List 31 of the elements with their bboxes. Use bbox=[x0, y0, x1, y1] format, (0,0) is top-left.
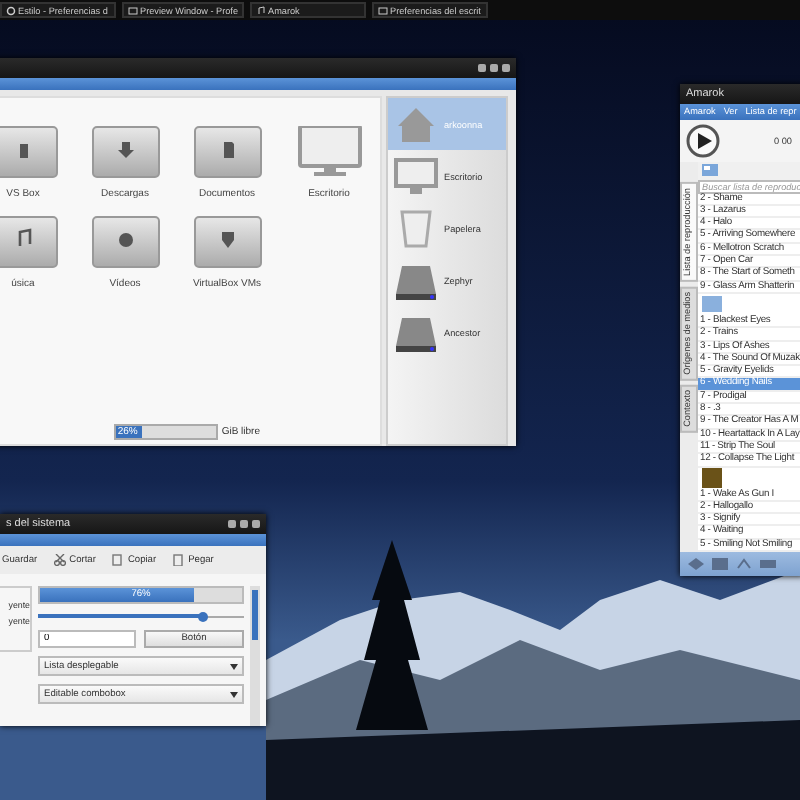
close-button[interactable] bbox=[252, 520, 260, 528]
minimize-button[interactable] bbox=[228, 520, 236, 528]
window-icon bbox=[128, 5, 138, 15]
gear-icon bbox=[6, 5, 16, 15]
download-folder-icon[interactable] bbox=[91, 126, 159, 178]
copy-icon bbox=[111, 554, 124, 566]
folder-icon[interactable] bbox=[0, 126, 57, 178]
music-folder-icon[interactable] bbox=[0, 216, 57, 268]
playlist-icon[interactable] bbox=[702, 164, 718, 177]
maximize-button[interactable] bbox=[490, 64, 498, 72]
shield-folder-icon[interactable] bbox=[193, 216, 261, 268]
play-button[interactable] bbox=[686, 123, 720, 158]
monitor-icon[interactable] bbox=[295, 126, 363, 178]
maximize-button[interactable] bbox=[240, 520, 248, 528]
monitor-icon bbox=[394, 154, 438, 198]
close-button[interactable] bbox=[502, 64, 510, 72]
caret-icon bbox=[230, 691, 238, 697]
minimize-button[interactable] bbox=[478, 64, 486, 72]
scissors-icon bbox=[53, 554, 66, 566]
window-icon bbox=[378, 5, 389, 15]
scrollbar[interactable] bbox=[250, 586, 260, 726]
document-folder-icon[interactable] bbox=[193, 126, 261, 178]
scrollbar-thumb[interactable] bbox=[252, 590, 258, 640]
slider[interactable] bbox=[38, 612, 244, 622]
house-icon bbox=[394, 102, 438, 146]
trash-icon bbox=[394, 206, 438, 250]
video-folder-icon[interactable] bbox=[91, 216, 159, 268]
slider-thumb[interactable] bbox=[198, 612, 209, 622]
music-note-icon bbox=[256, 5, 267, 15]
caret-icon bbox=[230, 663, 238, 669]
clipboard-icon bbox=[172, 554, 185, 566]
